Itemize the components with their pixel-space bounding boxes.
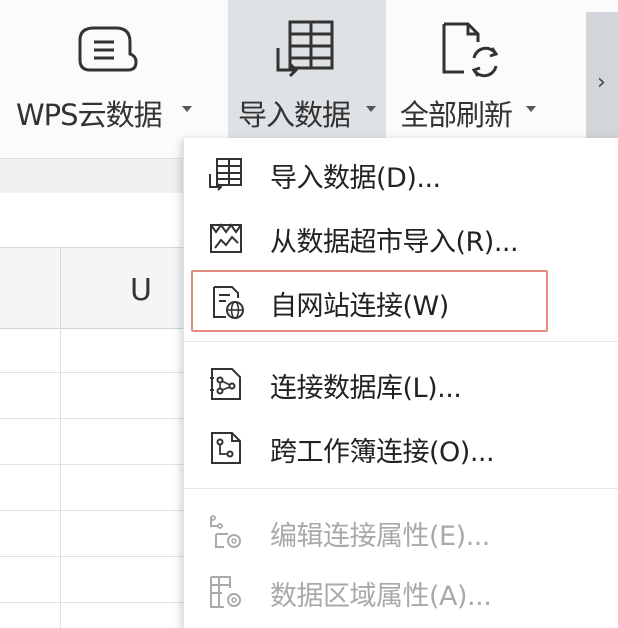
menu-item-label: 从数据超市导入(R)... xyxy=(270,227,519,258)
column-divider xyxy=(60,247,61,327)
chevron-down-icon xyxy=(526,106,536,112)
import-data-dropdown-menu: 导入数据(D)... 从数据超市导入(R)... 自网站连接(W) 连接数据库(… xyxy=(183,138,618,628)
column-header-row xyxy=(0,247,190,329)
menu-item-import-data[interactable]: 导入数据(D)... xyxy=(184,144,618,202)
data-market-icon xyxy=(210,223,242,253)
refresh-all-button[interactable]: 全部刷新 xyxy=(396,0,546,140)
sheet-area xyxy=(0,193,190,247)
ribbon: WPS云数据 导入数据 全部刷新 › xyxy=(0,0,618,158)
import-data-button[interactable]: 导入数据 xyxy=(228,0,386,140)
grid-row-line xyxy=(0,464,190,465)
menu-item-cross-workbook-connection[interactable]: 跨工作簿连接(O)... xyxy=(184,418,618,476)
range-settings-icon xyxy=(210,576,241,608)
cloud-data-icon xyxy=(78,26,138,72)
menu-item-edit-connection-properties[interactable]: 编辑连接属性(E)... xyxy=(184,502,618,560)
chevron-right-icon: › xyxy=(597,70,606,95)
grid-row-line xyxy=(0,602,190,603)
menu-item-data-range-properties[interactable]: 数据区域属性(A)... xyxy=(184,562,618,620)
grid-row-line xyxy=(0,510,190,511)
chevron-down-icon xyxy=(182,106,192,112)
menu-item-import-from-data-market[interactable]: 从数据超市导入(R)... xyxy=(184,208,618,266)
menu-item-label: 数据区域属性(A)... xyxy=(270,581,492,612)
connection-settings-icon xyxy=(210,515,241,548)
grid-row-line xyxy=(0,372,190,373)
menu-item-label: 编辑连接属性(E)... xyxy=(270,521,490,552)
menu-separator xyxy=(184,341,618,342)
grid-row-line xyxy=(0,418,190,419)
menu-item-label: 连接数据库(L)... xyxy=(270,373,462,404)
wps-cloud-data-button[interactable]: WPS云数据 xyxy=(8,0,208,140)
workbook-connection-icon xyxy=(211,432,241,464)
refresh-all-label: 全部刷新 xyxy=(400,98,513,132)
menu-item-label: 跨工作簿连接(O)... xyxy=(270,437,495,468)
refresh-all-icon xyxy=(442,22,499,78)
menu-item-label: 自网站连接(W) xyxy=(270,291,449,322)
menu-item-label: 导入数据(D)... xyxy=(270,163,441,194)
formula-bar-strip xyxy=(0,158,190,194)
menu-separator xyxy=(184,488,618,489)
menu-item-connect-from-web[interactable]: 自网站连接(W) xyxy=(191,270,548,332)
menu-item-connect-database[interactable]: 连接数据库(L)... xyxy=(184,354,618,412)
grid-row-line xyxy=(0,556,190,557)
import-data-label: 导入数据 xyxy=(238,98,351,132)
web-connection-icon xyxy=(213,286,244,319)
wps-cloud-data-label: WPS云数据 xyxy=(16,98,163,132)
import-sheet-icon xyxy=(276,20,334,78)
chevron-down-icon xyxy=(366,106,376,112)
import-sheet-icon xyxy=(209,158,242,191)
column-header-u[interactable]: U xyxy=(130,273,152,308)
database-connection-icon xyxy=(210,368,241,400)
